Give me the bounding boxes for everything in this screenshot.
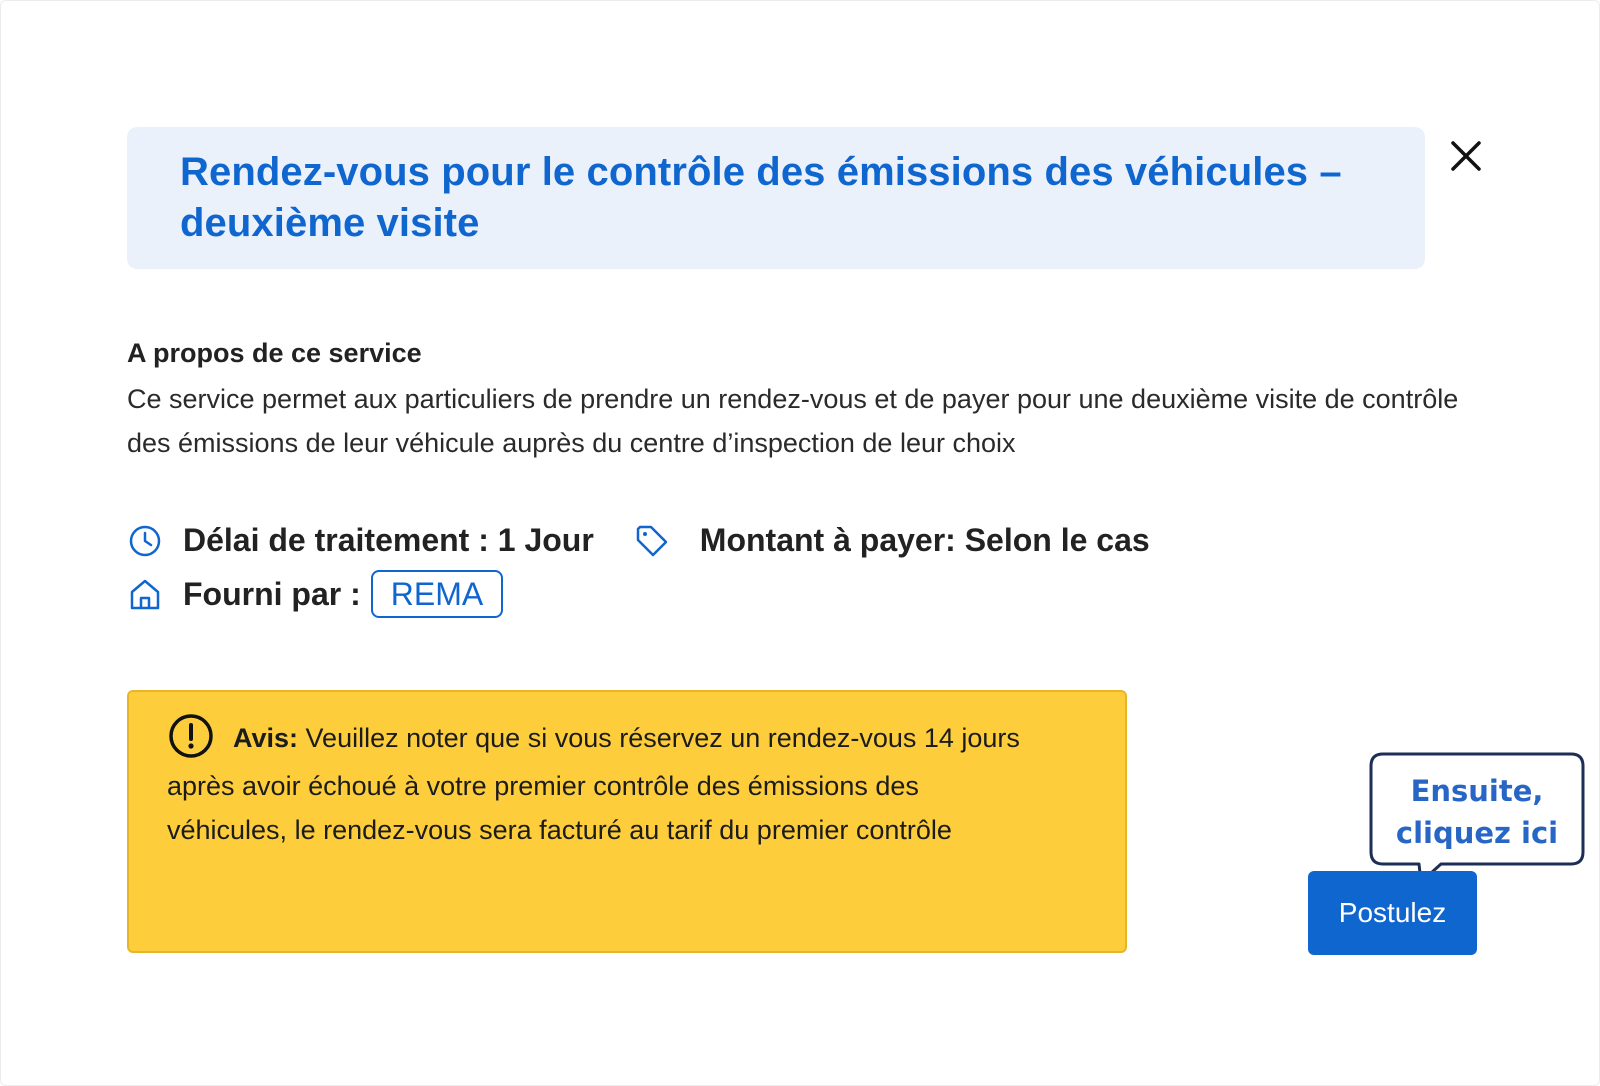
meta-row-delay-price: Délai de traitement : 1 Jour Montant à p… bbox=[127, 522, 1150, 559]
home-icon bbox=[127, 576, 163, 612]
callout-text: Ensuite, cliquez ici bbox=[1369, 770, 1585, 854]
processing-delay: Délai de traitement : 1 Jour bbox=[183, 522, 594, 558]
provider-badge[interactable]: REMA bbox=[370, 570, 504, 618]
close-button[interactable] bbox=[1446, 136, 1486, 176]
about-section: A propos de ce service Ce service permet… bbox=[127, 338, 1507, 465]
about-description: Ce service permet aux particuliers de pr… bbox=[127, 384, 1459, 458]
about-heading: A propos de ce service bbox=[127, 338, 422, 368]
notice-box: Avis: Veuillez noter que si vous réserve… bbox=[127, 690, 1127, 953]
provider-label: Fourni par : bbox=[183, 575, 361, 612]
close-icon bbox=[1451, 141, 1481, 171]
meta-row-provider: Fourni par : REMA bbox=[127, 570, 504, 618]
callout-line-1: Ensuite, bbox=[1410, 774, 1544, 808]
notice-title: Avis: bbox=[233, 723, 299, 754]
title-banner: Rendez-vous pour le contrôle des émissio… bbox=[127, 127, 1425, 269]
apply-button[interactable]: Postulez bbox=[1308, 871, 1477, 955]
callout-line-2: cliquez ici bbox=[1395, 816, 1559, 850]
callout-bubble: Ensuite, cliquez ici bbox=[1369, 752, 1585, 884]
amount-to-pay: Montant à payer: Selon le cas bbox=[699, 522, 1150, 558]
exclamation-circle-icon bbox=[169, 714, 213, 758]
tag-icon bbox=[634, 523, 670, 559]
notice-text: Avis: Veuillez noter que si vous réserve… bbox=[167, 714, 1035, 852]
clock-icon bbox=[127, 523, 163, 559]
page-title: Rendez-vous pour le contrôle des émissio… bbox=[180, 150, 1342, 245]
